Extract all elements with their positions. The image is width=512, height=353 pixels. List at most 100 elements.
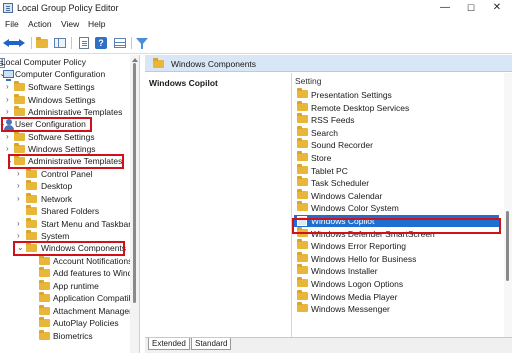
menu-file[interactable]: File — [5, 19, 19, 29]
setting-item-rss-feeds[interactable]: RSS Feeds — [294, 113, 499, 126]
setting-item-presentation-settings[interactable]: Presentation Settings — [294, 88, 499, 101]
table-view-icon[interactable] — [113, 36, 127, 50]
window-title: Local Group Policy Editor — [17, 3, 119, 13]
chevron-down-icon[interactable]: ⌄ — [17, 243, 24, 252]
folder-icon — [14, 143, 25, 153]
folder-icon — [297, 113, 308, 124]
setting-item-windows-error-reporting[interactable]: Windows Error Reporting — [294, 239, 499, 252]
folder-icon — [297, 100, 308, 111]
setting-item-label: Windows Hello for Business — [311, 253, 417, 264]
folder-icon — [14, 155, 25, 165]
chevron-right-icon[interactable]: › — [17, 219, 20, 228]
chevron-right-icon[interactable]: › — [17, 194, 20, 203]
setting-item-label: Windows Error Reporting — [311, 241, 406, 252]
details-header: Windows Components — [145, 55, 512, 72]
setting-item-windows-color-system[interactable]: Windows Color System — [294, 201, 499, 214]
setting-item-windows-media-player[interactable]: Windows Media Player — [294, 289, 499, 303]
setting-item-windows-installer[interactable]: Windows Installer — [294, 264, 499, 277]
details-pane: Windows Components Windows Copilot Setti… — [145, 55, 512, 337]
setting-item-label: Windows Media Player — [311, 291, 398, 302]
description-title: Windows Copilot — [149, 78, 218, 88]
folder-icon — [26, 218, 37, 228]
folder-icon — [39, 292, 50, 302]
policy-icon — [297, 216, 307, 226]
folder-icon — [297, 264, 308, 275]
tree-scrollbar[interactable] — [130, 55, 139, 353]
menu-view[interactable]: View — [61, 19, 79, 29]
setting-item-label: Presentation Settings — [311, 90, 392, 100]
minimize-button[interactable]: — — [432, 1, 458, 15]
folder-icon — [39, 317, 50, 327]
scrollbar-thumb[interactable] — [506, 211, 509, 281]
chevron-right-icon[interactable]: › — [6, 107, 9, 116]
folder-icon — [26, 180, 37, 190]
setting-item-label: Windows Messenger — [311, 304, 390, 315]
tab-extended[interactable]: Extended — [148, 338, 190, 350]
navigation-tree: Local Computer Policy ⌄ Computer Configu… — [0, 55, 140, 353]
setting-item-windows-copilot[interactable]: Windows Copilot — [294, 215, 499, 227]
setting-item-tablet-pc[interactable]: Tablet PC — [294, 163, 499, 177]
menu-bar: File Action View Help — [0, 17, 512, 32]
folder-icon — [297, 277, 308, 287]
setting-item-windows-logon-options[interactable]: Windows Logon Options — [294, 277, 499, 290]
chevron-right-icon[interactable]: › — [17, 231, 20, 240]
close-button[interactable]: ✕ — [484, 1, 510, 15]
menu-help[interactable]: Help — [88, 19, 105, 29]
chevron-right-icon[interactable]: › — [6, 144, 9, 153]
menu-action[interactable]: Action — [28, 19, 52, 29]
details-header-title: Windows Components — [171, 59, 257, 69]
folder-icon — [297, 138, 308, 149]
folder-icon — [39, 280, 50, 290]
chevron-right-icon[interactable]: › — [6, 82, 9, 91]
folder-up-icon[interactable] — [35, 36, 49, 50]
show-hide-tree-icon[interactable] — [53, 36, 67, 50]
setting-item-windows-messenger[interactable]: Windows Messenger — [294, 302, 499, 315]
folder-icon — [39, 330, 50, 340]
folder-icon — [39, 305, 50, 315]
properties-icon[interactable] — [77, 36, 91, 50]
setting-item-label: Remote Desktop Services — [311, 102, 410, 113]
folder-icon — [297, 188, 308, 199]
chevron-right-icon[interactable]: › — [6, 132, 9, 141]
folder-icon — [297, 201, 308, 212]
setting-item-store[interactable]: Store — [294, 151, 499, 164]
filter-icon[interactable] — [135, 36, 149, 50]
help-icon[interactable]: ? — [94, 36, 108, 50]
setting-item-label: Search — [311, 127, 338, 138]
chevron-right-icon[interactable]: › — [6, 95, 9, 104]
setting-item-label: RSS Feeds — [311, 115, 355, 126]
folder-icon — [14, 106, 25, 116]
folder-icon — [26, 205, 37, 215]
folder-icon — [14, 131, 25, 141]
setting-item-windows-defender-smartscreen[interactable]: Windows Defender SmartScreen — [294, 226, 499, 240]
chevron-right-icon[interactable]: › — [17, 181, 20, 190]
folder-icon — [14, 81, 25, 91]
folder-icon — [297, 239, 308, 250]
setting-item-windows-calendar[interactable]: Windows Calendar — [294, 188, 499, 202]
details-scrollbar[interactable] — [504, 73, 512, 337]
setting-item-search[interactable]: Search — [294, 125, 499, 139]
forward-icon[interactable] — [13, 36, 27, 50]
setting-item-task-scheduler[interactable]: Task Scheduler — [294, 176, 499, 189]
setting-item-label: Windows Calendar — [311, 190, 383, 201]
title-bar: Local Group Policy Editor — ☐ ✕ — [0, 0, 512, 17]
tab-standard[interactable]: Standard — [191, 338, 232, 350]
view-tabs: Extended Standard — [145, 337, 512, 353]
scroll-up-icon[interactable] — [132, 58, 138, 62]
chevron-down-icon[interactable]: ⌄ — [6, 156, 13, 165]
folder-icon — [297, 289, 308, 300]
scrollbar-thumb[interactable] — [133, 63, 136, 303]
setting-item-remote-desktop-services[interactable]: Remote Desktop Services — [294, 100, 499, 114]
setting-item-label: Windows Copilot — [311, 216, 375, 226]
folder-icon — [26, 193, 37, 203]
setting-item-sound-recorder[interactable]: Sound Recorder — [294, 138, 499, 151]
setting-item-label: Sound Recorder — [311, 140, 373, 151]
setting-item-windows-hello-for-business[interactable]: Windows Hello for Business — [294, 251, 499, 265]
folder-icon — [26, 242, 37, 252]
chevron-right-icon[interactable]: › — [17, 169, 20, 178]
folder-icon — [297, 125, 308, 136]
setting-item-label: Task Scheduler — [311, 178, 370, 189]
setting-column-header[interactable]: Setting — [295, 76, 321, 86]
folder-icon — [39, 267, 50, 277]
maximize-button[interactable]: ☐ — [458, 1, 484, 15]
